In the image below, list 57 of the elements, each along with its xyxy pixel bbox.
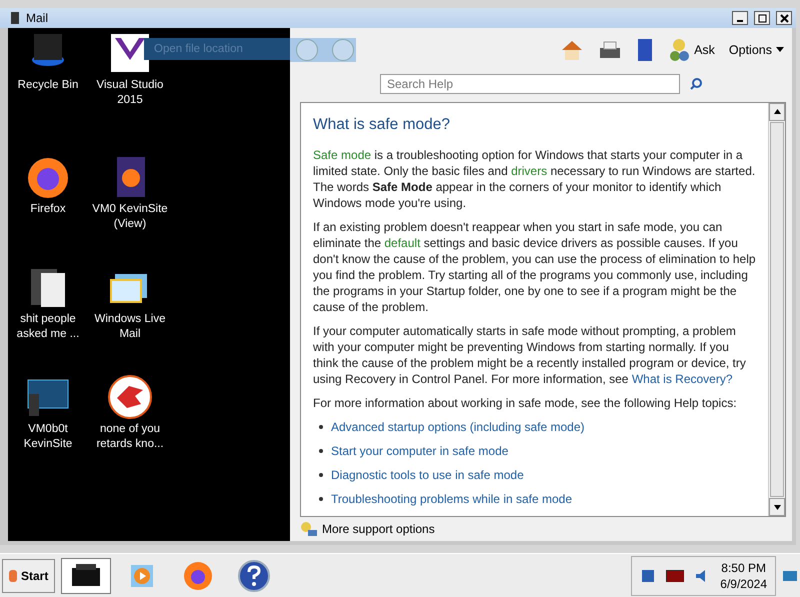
options-menu[interactable]: Options (728, 42, 784, 57)
glossary-link[interactable]: Safe mode (313, 148, 372, 162)
help-paragraph: If an existing problem doesn't reappear when you start in safe mode, you can eliminate the default settings and basic device drivers as possible causes. If you don't know the cause of the problem, you can use the process of elimination to help you find the problem. Try starting all of the programs you commonly use, including the programs in your Startup folder, one by one to see if a program might be the cause of the problem. (313, 218, 756, 315)
more-support-link[interactable]: More support options (322, 522, 435, 536)
help-topic-link[interactable]: Troubleshooting problems while in safe mode (331, 490, 572, 507)
dinosaur-icon (107, 374, 153, 420)
desktop-icon-label[interactable]: Firefox (8, 202, 88, 217)
desktop-icon-label[interactable]: shit people asked me ... (8, 312, 88, 342)
search-icon[interactable] (690, 78, 702, 90)
help-paragraph: Safe mode is a troubleshooting option for Windows that starts your computer in a limited state. Only the basic files and drivers necessary to run Windows are started. The words Safe Mode appear in the corners of your monitor to identify which Windows mode you're using. (313, 146, 756, 211)
help-heading: What is safe mode? (313, 116, 451, 133)
firefox-icon (183, 560, 214, 590)
help-topic-link[interactable]: Start your computer in safe mode (331, 442, 508, 459)
network-icon[interactable] (640, 568, 656, 584)
desktop-icon-label[interactable]: Windows Live Mail (90, 312, 170, 342)
home-button[interactable] (560, 38, 584, 61)
support-icon (300, 521, 318, 538)
browse-button[interactable] (636, 38, 654, 62)
maximize-icon (758, 14, 766, 22)
print-button[interactable] (598, 40, 622, 60)
up-arrow-icon[interactable] (774, 109, 780, 114)
help-paragraph: For more information about working in safe mode, see the following Help topics: (313, 394, 738, 411)
bullet-icon (319, 472, 323, 477)
search-field[interactable]: Search Help (380, 74, 680, 94)
taskbar-button[interactable] (61, 558, 112, 594)
desktop-icon-label[interactable]: Recycle Bin (8, 78, 88, 93)
desktop-icon-label[interactable]: VM0 KevinSite (View) (90, 202, 170, 232)
help-icon (238, 560, 270, 592)
drag-label: Open file location (144, 38, 290, 60)
glossary-link[interactable]: default (384, 236, 420, 250)
minimize-button[interactable] (732, 11, 748, 25)
help-link[interactable]: What is Recovery? (632, 372, 733, 386)
caret-icon (776, 47, 784, 52)
window-title: Mail (26, 11, 50, 25)
help-topic-link[interactable]: Advanced startup options (including safe mode) (331, 418, 584, 435)
help-topic-link[interactable]: Diagnostic tools to use in safe mode (331, 466, 524, 483)
ask-button[interactable]: Ask (668, 38, 715, 62)
bullet-icon (319, 496, 323, 501)
maximize-button[interactable] (754, 11, 770, 25)
bullet-icon (319, 448, 323, 453)
app-icon (10, 11, 20, 25)
glossary-link[interactable]: drivers (511, 164, 548, 178)
desktop-icon-label[interactable]: VM0b0t KevinSite (8, 422, 88, 452)
close-icon (780, 14, 788, 22)
close-button[interactable] (776, 11, 792, 25)
bullet-icon (319, 424, 323, 429)
show-desktop-icon[interactable] (782, 568, 798, 582)
display-icon[interactable] (666, 570, 684, 582)
start-button[interactable]: Start (2, 558, 56, 592)
desktop-icon-label[interactable]: Visual Studio 2015 (90, 78, 170, 108)
down-arrow-icon[interactable] (774, 504, 780, 510)
start-icon (9, 568, 17, 582)
people-icon (668, 38, 690, 62)
scrollbar[interactable] (768, 102, 785, 516)
clock[interactable]: 8:50 PM 6/9/2024 (720, 560, 767, 592)
help-paragraph: If your computer automatically starts in safe mode without prompting, a problem with your computer might be preventing Windows from starting normally. If you think the cause of the problem might be a recently installed program or device, try using Recovery in Control Panel. For more information, see What is Recovery? (313, 322, 747, 387)
desktop-icon-label[interactable]: none of you retards kno... (90, 422, 170, 452)
